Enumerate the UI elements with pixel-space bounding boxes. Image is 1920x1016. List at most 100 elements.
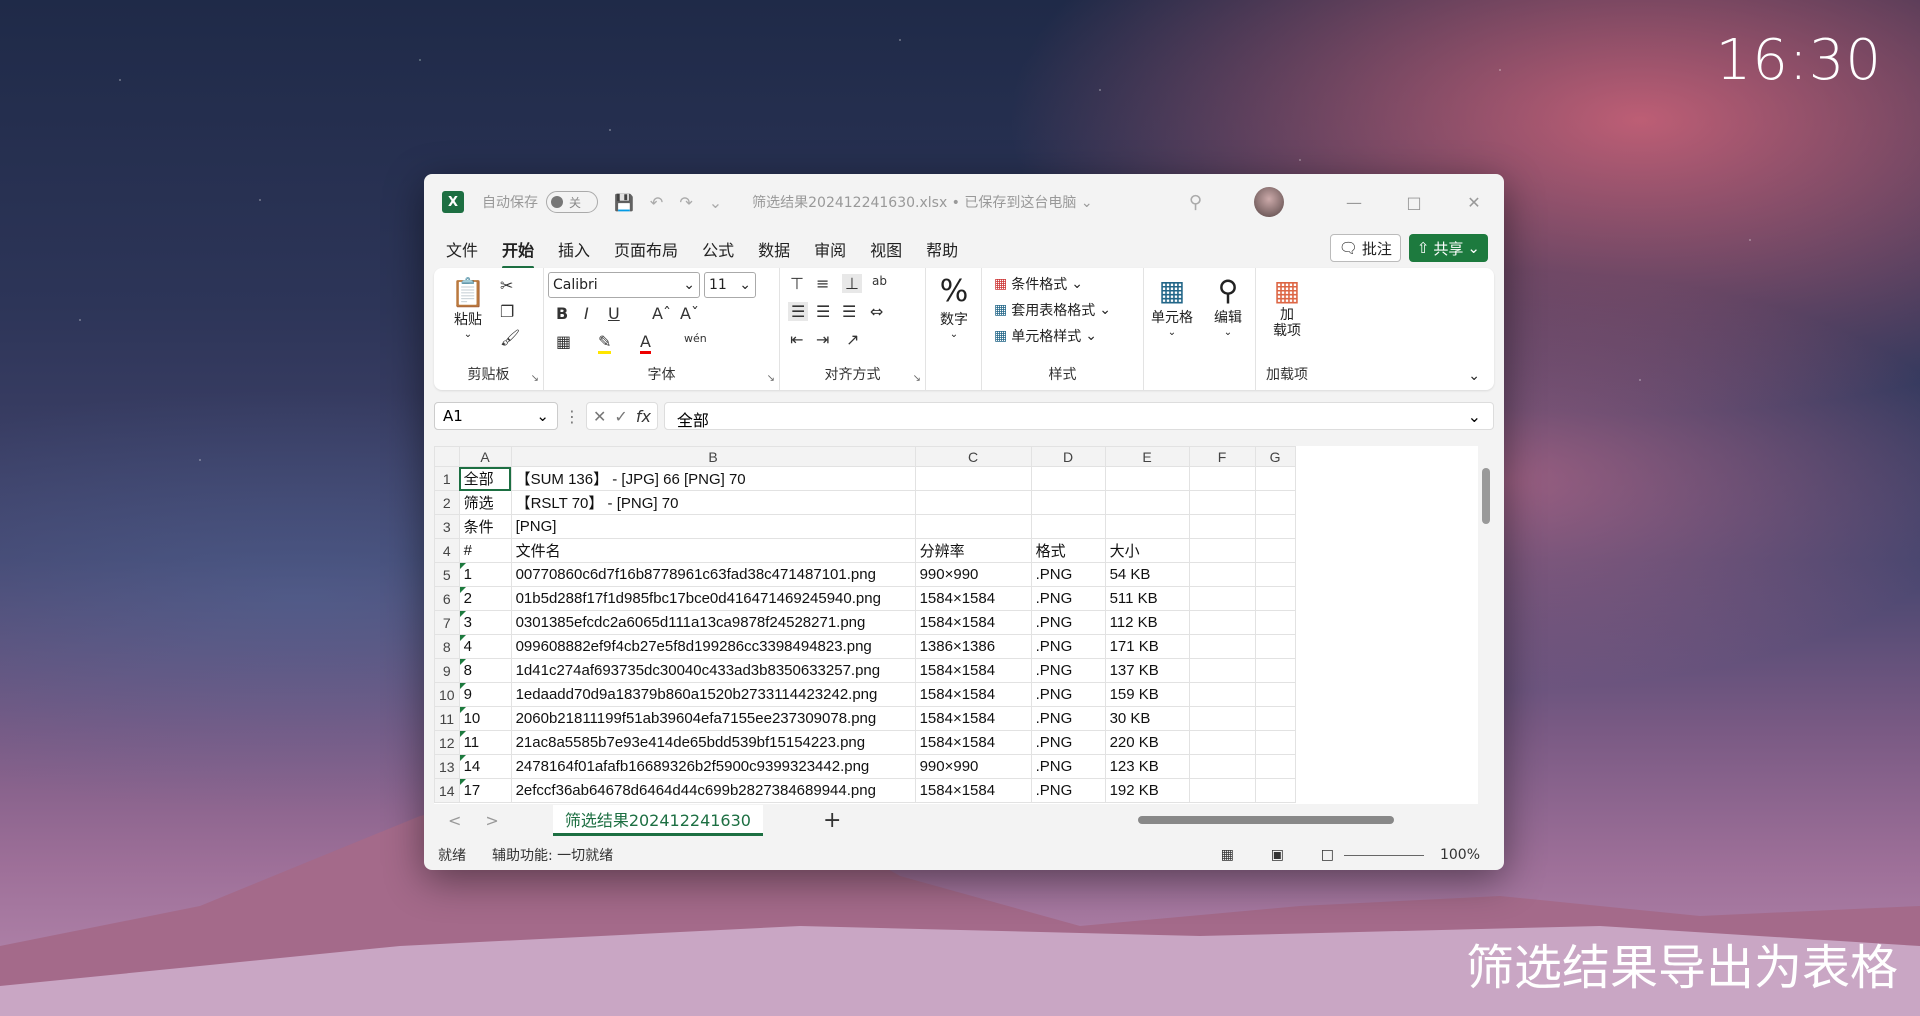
column-header[interactable]: B — [510, 446, 916, 467]
phonetic-icon[interactable]: wén — [684, 332, 707, 345]
cell[interactable]: 1584×1584 — [914, 586, 1032, 611]
align-bottom-icon[interactable]: ⊥ — [842, 274, 862, 293]
page-layout-view-icon[interactable]: ▣ — [1271, 847, 1284, 863]
cell[interactable]: .PNG — [1030, 730, 1106, 755]
copy-icon[interactable]: ❐ — [500, 302, 514, 321]
cell[interactable] — [1188, 754, 1256, 779]
cell[interactable]: 123 KB — [1104, 754, 1190, 779]
cell[interactable]: 1584×1584 — [914, 682, 1032, 707]
minimize-icon[interactable]: — — [1324, 193, 1384, 212]
column-header[interactable]: G — [1254, 446, 1296, 467]
tab-formulas[interactable]: 公式 — [702, 233, 734, 265]
cell[interactable]: 文件名 — [510, 538, 916, 563]
row-header[interactable]: 13 — [434, 754, 460, 779]
cut-icon[interactable]: ✂ — [500, 276, 513, 295]
paste-button[interactable]: 📋 粘贴 ⌄ — [448, 276, 488, 340]
cell[interactable] — [1254, 754, 1296, 779]
tab-insert[interactable]: 插入 — [558, 233, 590, 265]
wrap-text-icon[interactable]: ab — [872, 274, 887, 288]
align-right-icon[interactable]: ☰ — [842, 302, 856, 321]
cell[interactable] — [914, 466, 1032, 491]
cell[interactable]: 00770860c6d7f16b8778961c63fad38c47148710… — [510, 562, 916, 587]
cell[interactable]: 0301385efcdc2a6065d111a13ca9878f24528271… — [510, 610, 916, 635]
increase-font-icon[interactable]: Aˆ — [652, 304, 671, 323]
customize-qat-icon[interactable]: ⌄ — [709, 193, 722, 212]
cell[interactable]: 1584×1584 — [914, 610, 1032, 635]
cell[interactable]: 192 KB — [1104, 778, 1190, 803]
italic-icon[interactable]: I — [584, 304, 589, 323]
row-header[interactable]: 6 — [434, 586, 460, 611]
formula-input[interactable]: 全部 ⌄ — [663, 402, 1494, 430]
cell[interactable]: 099608882ef9f4cb27e5f8d199286cc339849482… — [510, 634, 916, 659]
cell[interactable] — [1254, 562, 1296, 587]
cell[interactable] — [1254, 634, 1296, 659]
dialog-launcher-icon[interactable]: ↘ — [531, 373, 539, 384]
tab-view[interactable]: 视图 — [870, 233, 902, 265]
column-header[interactable]: C — [914, 446, 1032, 467]
save-icon[interactable]: 💾 — [614, 193, 634, 212]
row-header[interactable]: 1 — [434, 466, 460, 491]
cell[interactable]: 10 — [458, 706, 512, 731]
prev-sheet-icon[interactable]: < — [448, 811, 461, 830]
cell[interactable]: .PNG — [1030, 706, 1106, 731]
cell[interactable]: 14 — [458, 754, 512, 779]
cell[interactable]: .PNG — [1030, 778, 1106, 803]
cell[interactable]: 条件 — [458, 514, 512, 539]
cell[interactable]: .PNG — [1030, 682, 1106, 707]
cell[interactable]: 大小 — [1104, 538, 1190, 563]
vertical-scroll-thumb[interactable] — [1482, 468, 1490, 524]
column-header[interactable]: E — [1104, 446, 1190, 467]
font-color-icon[interactable]: A — [640, 332, 651, 354]
cell[interactable]: .PNG — [1030, 610, 1106, 635]
cell[interactable] — [1104, 514, 1190, 539]
autosave-toggle[interactable]: 关 — [546, 191, 598, 213]
tab-data[interactable]: 数据 — [758, 233, 790, 265]
cell[interactable] — [1254, 538, 1296, 563]
cell[interactable] — [1254, 730, 1296, 755]
cell[interactable]: 171 KB — [1104, 634, 1190, 659]
cell[interactable]: 01b5d288f17f1d985fbc17bce0d4164714692459… — [510, 586, 916, 611]
cell[interactable]: 17 — [458, 778, 512, 803]
cell[interactable] — [1188, 634, 1256, 659]
cell[interactable] — [1188, 682, 1256, 707]
cell[interactable] — [1188, 610, 1256, 635]
cell[interactable]: 1584×1584 — [914, 658, 1032, 683]
normal-view-icon[interactable]: ▦ — [1221, 847, 1234, 863]
increase-indent-icon[interactable]: ⇥ — [816, 330, 829, 349]
cell[interactable]: 990×990 — [914, 754, 1032, 779]
row-header[interactable]: 12 — [434, 730, 460, 755]
cell[interactable] — [1104, 466, 1190, 491]
bold-icon[interactable]: B — [556, 304, 568, 323]
row-header[interactable]: 14 — [434, 778, 460, 803]
decrease-font-icon[interactable]: Aˇ — [680, 304, 699, 323]
align-middle-icon[interactable]: ≡ — [816, 274, 829, 293]
cell[interactable]: .PNG — [1030, 754, 1106, 779]
undo-icon[interactable]: ↶ — [650, 193, 663, 212]
select-all-corner[interactable] — [434, 446, 460, 467]
cell[interactable]: 2060b21811199f51ab39604efa7155ee23730907… — [510, 706, 916, 731]
cell[interactable] — [1188, 490, 1256, 515]
vertical-scrollbar[interactable] — [1478, 446, 1494, 804]
cell[interactable]: 9 — [458, 682, 512, 707]
cell[interactable]: 11 — [458, 730, 512, 755]
tab-help[interactable]: 帮助 — [926, 233, 958, 265]
cell[interactable] — [1188, 730, 1256, 755]
row-header[interactable]: 3 — [434, 514, 460, 539]
merge-center-icon[interactable]: ⇔ — [870, 302, 883, 321]
cell[interactable] — [1104, 490, 1190, 515]
cell[interactable] — [914, 514, 1032, 539]
row-header[interactable]: 5 — [434, 562, 460, 587]
share-button[interactable]: ⇧ 共享 ⌄ — [1408, 234, 1488, 262]
cell[interactable]: [PNG] — [510, 514, 916, 539]
maximize-icon[interactable]: □ — [1384, 193, 1444, 212]
cell[interactable]: 30 KB — [1104, 706, 1190, 731]
align-top-icon[interactable]: ⊤ — [790, 274, 804, 293]
orientation-icon[interactable]: ↗ — [846, 330, 859, 349]
cell[interactable]: 220 KB — [1104, 730, 1190, 755]
cell[interactable]: 筛选 — [458, 490, 512, 515]
zoom-slider[interactable] — [1344, 854, 1424, 856]
cell[interactable]: 511 KB — [1104, 586, 1190, 611]
name-box[interactable]: A1 ⌄ — [434, 402, 558, 430]
cell[interactable] — [1030, 466, 1106, 491]
cell[interactable]: 3 — [458, 610, 512, 635]
